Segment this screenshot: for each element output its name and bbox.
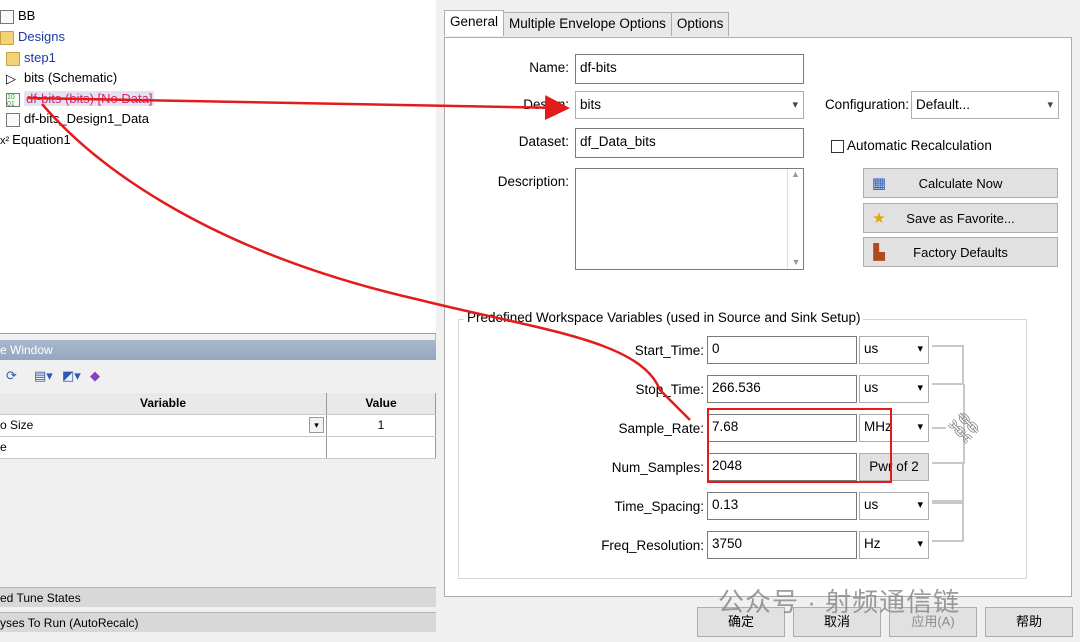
start-time-unit[interactable]: us ▾ xyxy=(859,336,929,364)
chart-icon[interactable]: ◩▾ xyxy=(62,368,81,384)
watermark: 公众号 · 射频通信链 xyxy=(718,587,961,617)
value-cell[interactable] xyxy=(327,437,436,458)
equation-icon: x² xyxy=(0,135,10,147)
library-icon xyxy=(0,9,14,24)
configuration-label: Configuration: xyxy=(824,97,909,112)
freq-resolution-label: Freq_Resolution: xyxy=(601,538,704,553)
start-time-label: Start_Time: xyxy=(634,343,704,358)
table-row[interactable]: e xyxy=(0,437,436,459)
link-bracket xyxy=(932,345,964,385)
project-tree: BB Designs step1 ▷ bits (Schematic) 10 01 d… xyxy=(0,0,436,334)
variable-cell[interactable]: e xyxy=(0,437,327,458)
time-spacing-label: Time_Spacing: xyxy=(614,499,704,514)
tree-node-designs[interactable]: Designs xyxy=(0,27,65,47)
factory-icon: ▙ xyxy=(873,244,885,261)
stop-time-label: Stop_Time: xyxy=(635,382,704,397)
chevron-down-icon: ▾ xyxy=(917,538,923,550)
value-cell[interactable]: 1 xyxy=(327,415,436,436)
chevron-down-icon: ▾ xyxy=(1047,99,1053,111)
variable-toolbar: ⟳ ▤▾ ◩▾ ◆ xyxy=(0,360,436,392)
chevron-down-icon: ▾ xyxy=(917,343,923,355)
dataset-label: Dataset: xyxy=(518,134,569,149)
palette-icon[interactable]: ◆ xyxy=(90,368,108,384)
tune-states-bar[interactable]: ed Tune States xyxy=(0,587,436,607)
tree-node-equation[interactable]: x² Equation1 xyxy=(0,130,71,150)
start-time-field[interactable]: 0 xyxy=(707,336,857,364)
freq-resolution-unit[interactable]: Hz ▾ xyxy=(859,531,929,559)
variable-table: Variable Value o Size ▾ 1 e xyxy=(0,393,436,459)
time-spacing-unit[interactable]: us ▾ xyxy=(859,492,929,520)
highlight-box xyxy=(707,408,892,483)
help-button[interactable]: 帮助 xyxy=(985,607,1073,637)
refresh-icon[interactable]: ⟳ xyxy=(6,368,24,384)
save-icon[interactable]: ▤▾ xyxy=(34,368,53,384)
stop-time-unit[interactable]: us ▾ xyxy=(859,375,929,403)
designs-folder-icon xyxy=(0,30,14,45)
num-samples-label: Num_Samples: xyxy=(611,460,704,475)
tree-node-dataset[interactable]: df-bits_Design1_Data xyxy=(6,109,149,129)
chevron-down-icon: ▾ xyxy=(917,382,923,394)
tab-options[interactable]: Options xyxy=(670,12,730,36)
dataset-icon xyxy=(6,112,20,127)
design-label: Design: xyxy=(523,97,569,112)
analyses-bar[interactable]: yses To Run (AutoRecalc) xyxy=(0,612,436,632)
dataflow-icon: 10 01 xyxy=(6,92,20,108)
link-bracket xyxy=(932,462,964,502)
schematic-icon: ▷ xyxy=(6,70,16,86)
chevron-down-icon: ▾ xyxy=(917,421,923,433)
table-header: Variable Value xyxy=(0,393,436,415)
time-spacing-field[interactable]: 0.13 xyxy=(707,492,857,520)
variable-cell[interactable]: o Size ▾ xyxy=(0,415,327,436)
chevron-down-icon[interactable]: ▾ xyxy=(309,417,324,433)
description-label: Description: xyxy=(497,174,569,189)
tree-node-schematic[interactable]: ▷ bits (Schematic) xyxy=(6,68,117,88)
dataset-field[interactable]: df_Data_bits xyxy=(575,128,804,158)
left-pane: BB Designs step1 ▷ bits (Schematic) 10 01 d… xyxy=(0,0,436,642)
name-label: Name: xyxy=(529,60,569,75)
save-favorite-button[interactable]: ★ Save as Favorite... xyxy=(863,203,1058,233)
chevron-down-icon: ▾ xyxy=(792,99,798,111)
chevron-down-icon: ▾ xyxy=(917,499,923,511)
tab-general[interactable]: General xyxy=(444,10,505,36)
description-textarea[interactable] xyxy=(575,168,804,270)
calculator-icon: ▦ xyxy=(871,175,887,192)
stop-time-field[interactable]: 266.536 xyxy=(707,375,857,403)
sample-rate-label: Sample_Rate: xyxy=(618,421,704,436)
folder-icon xyxy=(6,51,20,66)
tree-node-step1[interactable]: step1 xyxy=(6,48,56,68)
description-scrollbar[interactable]: ▲ ▼ xyxy=(787,169,803,269)
tab-multiple-envelope[interactable]: Multiple Envelope Options xyxy=(503,12,672,36)
star-icon: ★ xyxy=(872,210,886,227)
dataflow-dialog: General Multiple Envelope Options Option… xyxy=(436,0,1080,642)
link-bracket xyxy=(932,502,964,542)
tree-node-bb[interactable]: BB xyxy=(0,6,35,26)
configuration-select[interactable]: Default... ▾ xyxy=(911,91,1059,119)
name-field[interactable]: df-bits xyxy=(575,54,804,84)
variable-window-title: e Window xyxy=(0,340,436,360)
auto-recalc-checkbox[interactable] xyxy=(831,140,844,153)
calculate-now-button[interactable]: ▦ Calculate Now xyxy=(863,168,1058,198)
tab-bar: General Multiple Envelope Options Option… xyxy=(444,10,730,37)
design-select[interactable]: bits ▾ xyxy=(575,91,804,119)
freq-resolution-field[interactable]: 3750 xyxy=(707,531,857,559)
workspace-variables-legend: Predefined Workspace Variables (used in … xyxy=(464,310,864,325)
table-row[interactable]: o Size ▾ 1 xyxy=(0,415,436,437)
auto-recalc-label: Automatic Recalculation xyxy=(847,138,992,153)
tree-node-dataflow[interactable]: 10 01 df-bits (bits) [No Data] xyxy=(6,89,155,109)
factory-defaults-button[interactable]: ▙ Factory Defaults xyxy=(863,237,1058,267)
